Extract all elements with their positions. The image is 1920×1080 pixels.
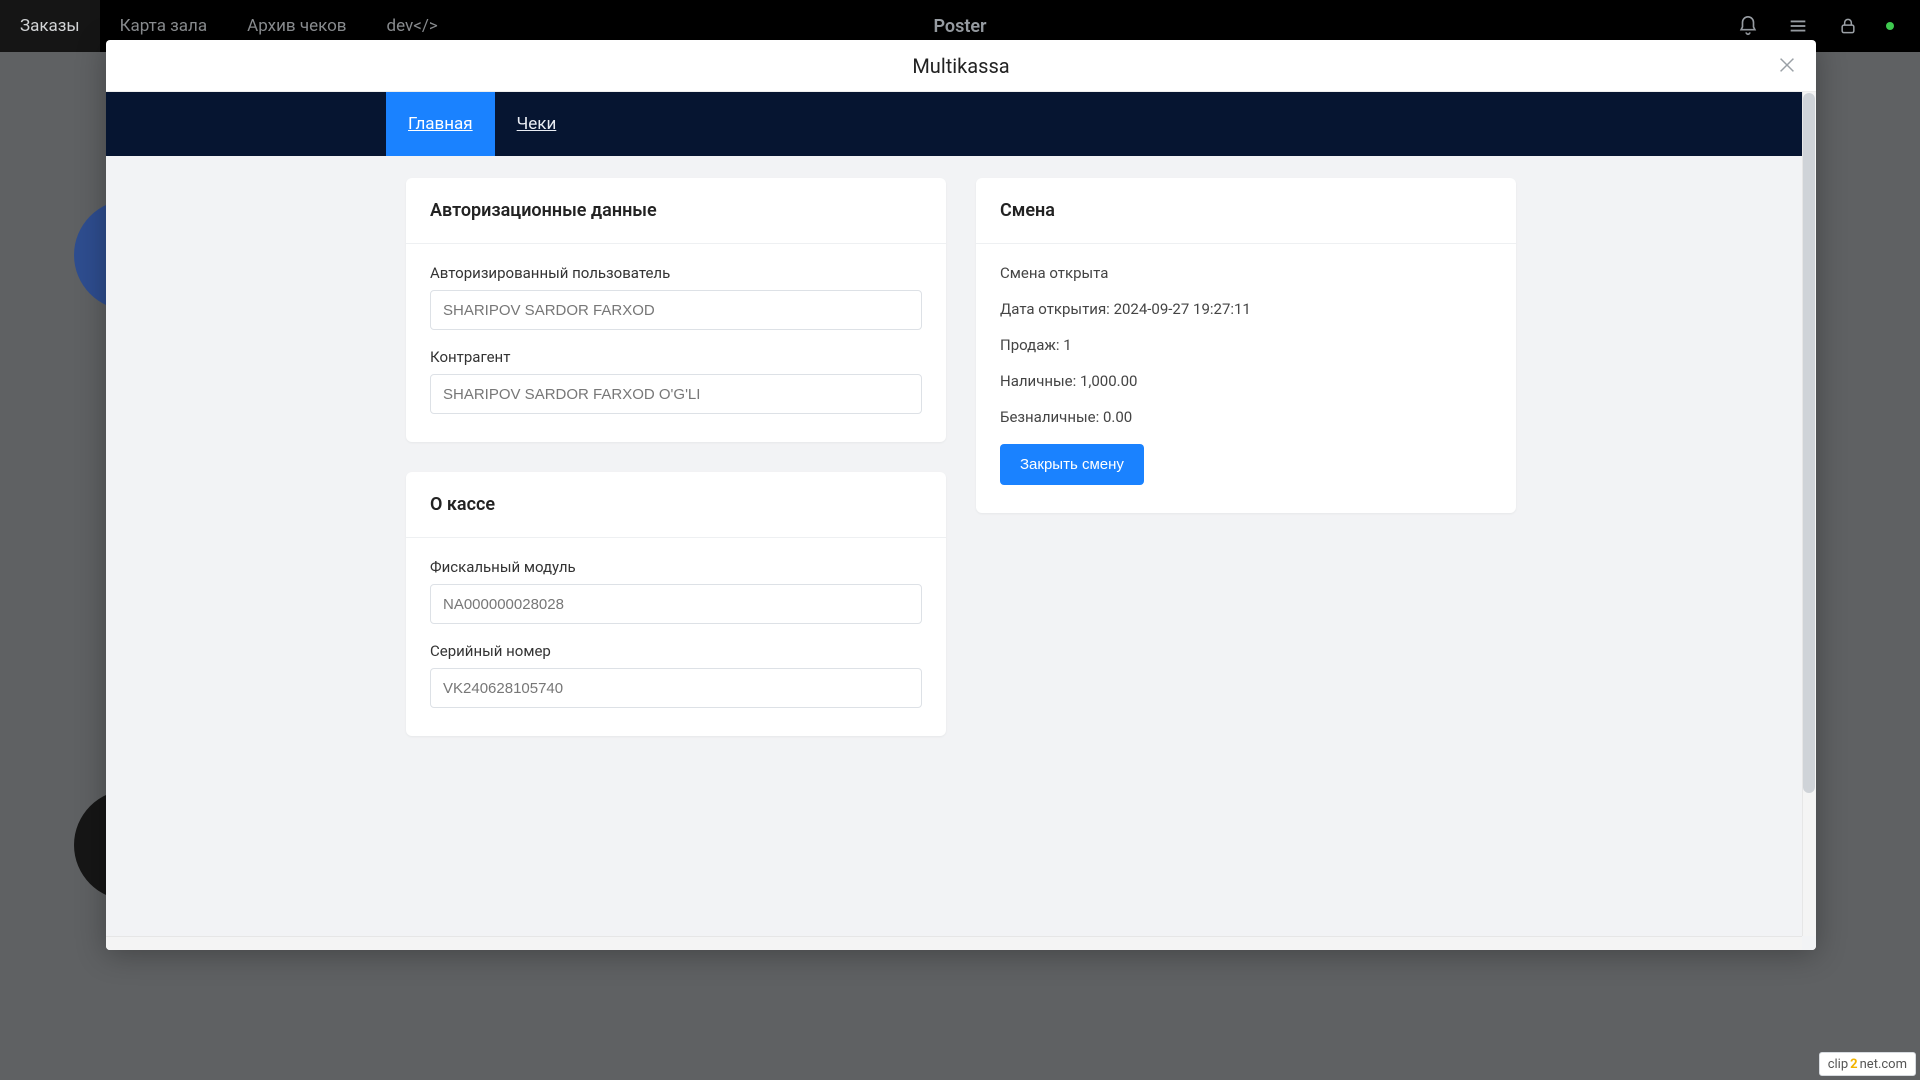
tab-receipts[interactable]: Чеки bbox=[495, 92, 579, 156]
modal-title: Multikassa bbox=[912, 54, 1009, 78]
shift-card-title: Смена bbox=[976, 178, 1516, 244]
multikassa-modal: Multikassa Главная Чеки Авторизационные … bbox=[106, 40, 1816, 950]
tab-main[interactable]: Главная bbox=[386, 92, 495, 156]
auth-user-label: Авторизированный пользователь bbox=[430, 264, 922, 282]
bell-icon[interactable] bbox=[1736, 14, 1760, 38]
about-card-title: О кассе bbox=[406, 472, 946, 538]
auth-user-input[interactable] bbox=[430, 290, 922, 330]
lock-icon[interactable] bbox=[1836, 14, 1860, 38]
shift-sales: Продаж: 1 bbox=[1000, 336, 1492, 354]
modal-content: Авторизационные данные Авторизированный … bbox=[106, 156, 1816, 950]
vertical-scrollbar[interactable] bbox=[1802, 92, 1816, 936]
topbar-tab-orders[interactable]: Заказы bbox=[0, 0, 100, 52]
close-shift-button[interactable]: Закрыть смену bbox=[1000, 444, 1144, 485]
noncash-value: 0.00 bbox=[1103, 408, 1132, 426]
sales-label: Продаж: bbox=[1000, 336, 1060, 354]
watermark: clip2net.com bbox=[1819, 1052, 1916, 1076]
shift-cash: Наличные: 1,000.00 bbox=[1000, 372, 1492, 390]
app-name: Poster bbox=[933, 16, 986, 37]
cash-value: 1,000.00 bbox=[1080, 372, 1138, 390]
watermark-suffix: net.com bbox=[1860, 1057, 1907, 1072]
vertical-scroll-thumb[interactable] bbox=[1803, 93, 1815, 793]
shift-status: Смена открыта bbox=[1000, 264, 1492, 282]
about-cashier-card: О кассе Фискальный модуль Серийный номер bbox=[406, 472, 946, 736]
shift-open-date: Дата открытия: 2024-09-27 19:27:11 bbox=[1000, 300, 1492, 318]
shift-noncash: Безналичные: 0.00 bbox=[1000, 408, 1492, 426]
serial-number-input[interactable] bbox=[430, 668, 922, 708]
right-column: Смена Смена открыта Дата открытия: 2024-… bbox=[976, 178, 1516, 910]
sales-value: 1 bbox=[1063, 336, 1071, 354]
serial-number-label: Серийный номер bbox=[430, 642, 922, 660]
fiscal-module-label: Фискальный модуль bbox=[430, 558, 922, 576]
horizontal-scrollbar[interactable] bbox=[106, 936, 1802, 950]
shift-card: Смена Смена открыта Дата открытия: 2024-… bbox=[976, 178, 1516, 513]
fiscal-module-input[interactable] bbox=[430, 584, 922, 624]
counterparty-input[interactable] bbox=[430, 374, 922, 414]
modal-tabs: Главная Чеки bbox=[106, 92, 1816, 156]
watermark-two: 2 bbox=[1850, 1057, 1857, 1072]
menu-icon[interactable] bbox=[1786, 14, 1810, 38]
cash-label: Наличные: bbox=[1000, 372, 1076, 390]
modal-body: Главная Чеки Авторизационные данные Авто… bbox=[106, 92, 1816, 950]
open-date-label: Дата открытия: bbox=[1000, 300, 1110, 318]
watermark-prefix: clip bbox=[1828, 1057, 1848, 1072]
open-date-value: 2024-09-27 19:27:11 bbox=[1114, 300, 1251, 318]
auth-card-title: Авторизационные данные bbox=[406, 178, 946, 244]
modal-header: Multikassa bbox=[106, 40, 1816, 92]
status-indicator bbox=[1886, 22, 1894, 30]
counterparty-label: Контрагент bbox=[430, 348, 922, 366]
noncash-label: Безналичные: bbox=[1000, 408, 1099, 426]
left-column: Авторизационные данные Авторизированный … bbox=[406, 178, 946, 910]
close-icon[interactable] bbox=[1776, 54, 1798, 76]
auth-data-card: Авторизационные данные Авторизированный … bbox=[406, 178, 946, 442]
